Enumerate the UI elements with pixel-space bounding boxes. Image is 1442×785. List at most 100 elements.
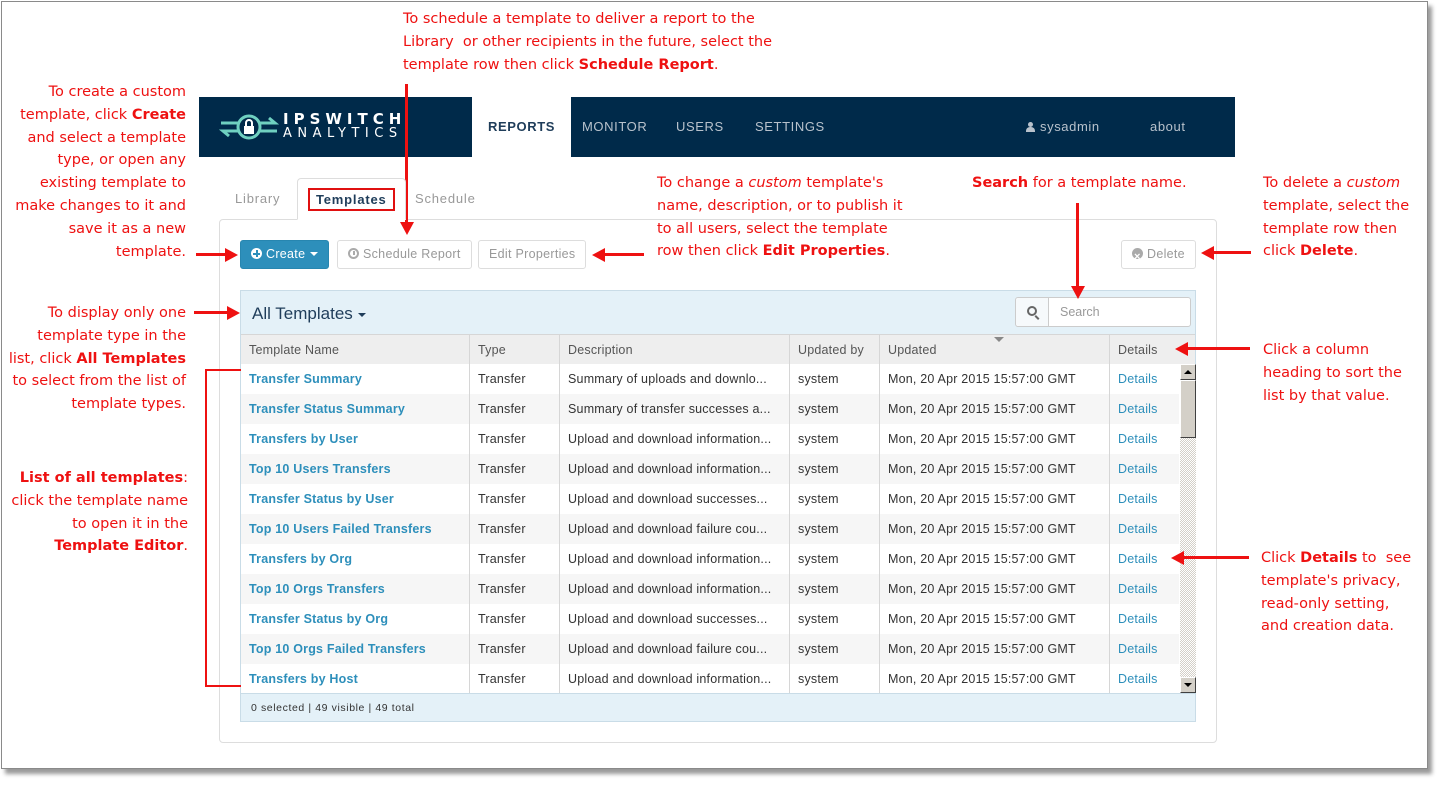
cell-updated-by: system [790, 454, 880, 484]
search-button[interactable] [1016, 298, 1049, 326]
details-link[interactable]: Details [1110, 454, 1179, 484]
details-link[interactable]: Details [1110, 634, 1179, 664]
ipswitch-analytics-logo[interactable]: IPSWITCH ANALYTICS [218, 109, 409, 145]
logo-lock-arrows-icon [218, 114, 280, 140]
scroll-down-button[interactable] [1180, 677, 1196, 693]
details-link[interactable]: Details [1110, 604, 1179, 634]
username: sysadmin [1040, 119, 1100, 134]
cell-description: Upload and download information... [560, 544, 790, 574]
tab-templates-label: Templates [308, 188, 395, 211]
cell-type: Transfer [470, 544, 560, 574]
column-header-updated[interactable]: Updated [880, 335, 1110, 365]
cell-updated-by: system [790, 394, 880, 424]
tab-templates[interactable]: Templates [297, 178, 406, 220]
tab-schedule[interactable]: Schedule [415, 178, 476, 220]
table-row[interactable]: Transfer Status by User Transfer Upload an… [241, 484, 1179, 514]
cell-updated: Mon, 20 Apr 2015 15:57:00 GMT [880, 394, 1110, 424]
scroll-up-button[interactable] [1180, 364, 1196, 380]
caret-down-icon [357, 313, 366, 317]
cell-template-name[interactable]: Transfer Status by User [241, 484, 470, 514]
table-row[interactable]: Transfers by Org Transfer Upload and downl… [241, 544, 1179, 574]
table-row[interactable]: Transfers by Host Transfer Upload and down… [241, 664, 1179, 694]
tab-library[interactable]: Library [235, 178, 280, 220]
plus-circle-icon [251, 248, 262, 259]
create-button[interactable]: Create [240, 240, 330, 269]
grid-toolbar: All Templates [241, 291, 1195, 334]
callout-filter: To display only one template type in the l… [8, 305, 186, 413]
cell-type: Transfer [470, 514, 560, 544]
cell-template-name[interactable]: Transfer Summary [241, 364, 470, 394]
nav-users[interactable]: USERS [676, 97, 724, 157]
table-row[interactable]: Top 10 Orgs Failed Transfers Transfer Uplo… [241, 634, 1179, 664]
search-box [1015, 297, 1191, 327]
table-scrollbar[interactable] [1180, 364, 1196, 693]
nav-user-menu[interactable]: sysadmin [1026, 97, 1100, 157]
cell-updated: Mon, 20 Apr 2015 15:57:00 GMT [880, 454, 1110, 484]
cell-template-name[interactable]: Transfer Status by Org [241, 604, 470, 634]
details-link[interactable]: Details [1110, 544, 1179, 574]
cell-type: Transfer [470, 664, 560, 694]
search-input[interactable] [1050, 298, 1188, 326]
cell-updated-by: system [790, 514, 880, 544]
cell-updated: Mon, 20 Apr 2015 15:57:00 GMT [880, 544, 1110, 574]
cell-updated-by: system [790, 634, 880, 664]
details-link[interactable]: Details [1110, 574, 1179, 604]
details-link[interactable]: Details [1110, 424, 1179, 454]
cell-template-name[interactable]: Transfers by Host [241, 664, 470, 694]
template-type-filter-dropdown[interactable]: All Templates [252, 304, 366, 324]
cell-template-name[interactable]: Top 10 Users Failed Transfers [241, 514, 470, 544]
details-link[interactable]: Details [1110, 664, 1179, 694]
column-header-template-name[interactable]: Template Name [241, 335, 470, 365]
details-link[interactable]: Details [1110, 514, 1179, 544]
cell-template-name[interactable]: Transfers by User [241, 424, 470, 454]
edit-properties-button[interactable]: Edit Properties [478, 240, 587, 269]
details-link[interactable]: Details [1110, 394, 1179, 424]
cell-updated-by: system [790, 364, 880, 394]
callout-schedule-report: To schedule a template to deliver a repo… [403, 11, 773, 73]
table-row[interactable]: Transfer Status Summary Transfer Summary o… [241, 394, 1179, 424]
cell-updated-by: system [790, 574, 880, 604]
cell-template-name[interactable]: Top 10 Users Transfers [241, 454, 470, 484]
cell-updated: Mon, 20 Apr 2015 15:57:00 GMT [880, 514, 1110, 544]
delete-button[interactable]: Delete [1121, 240, 1196, 271]
details-link[interactable]: Details [1110, 484, 1179, 514]
column-header-type[interactable]: Type [470, 335, 560, 365]
cell-description: Upload and download failure cou... [560, 514, 790, 544]
table-row[interactable]: Transfers by User Transfer Upload and down… [241, 424, 1179, 454]
cell-updated: Mon, 20 Apr 2015 15:57:00 GMT [880, 664, 1110, 694]
callout-details: Click Details to see template's privacy, r… [1261, 550, 1412, 635]
scroll-thumb[interactable] [1180, 380, 1196, 438]
table-row[interactable]: Top 10 Users Failed Transfers Transfer Upl… [241, 514, 1179, 544]
cell-type: Transfer [470, 604, 560, 634]
cell-template-name[interactable]: Top 10 Orgs Transfers [241, 574, 470, 604]
details-link[interactable]: Details [1110, 364, 1179, 394]
cell-template-name[interactable]: Transfers by Org [241, 544, 470, 574]
selection-status: 0 selected | 49 visible | 49 total [241, 693, 1195, 721]
cell-template-name[interactable]: Transfer Status Summary [241, 394, 470, 424]
cell-type: Transfer [470, 394, 560, 424]
table-row[interactable]: Transfer Summary Transfer Summary of uploa… [241, 364, 1179, 394]
table-row[interactable]: Top 10 Users Transfers Transfer Upload and… [241, 454, 1179, 484]
schedule-report-button[interactable]: Schedule Report [337, 240, 472, 269]
cell-updated-by: system [790, 604, 880, 634]
table-row[interactable]: Top 10 Orgs Transfers Transfer Upload and … [241, 574, 1179, 604]
cell-description: Upload and download successes... [560, 484, 790, 514]
nav-about[interactable]: about [1150, 97, 1186, 157]
nav-settings[interactable]: SETTINGS [755, 97, 825, 157]
column-header-description[interactable]: Description [560, 335, 790, 365]
schedule-report-label: Schedule Report [363, 247, 461, 261]
cell-type: Transfer [470, 484, 560, 514]
sort-descending-icon [994, 337, 1004, 342]
cell-template-name[interactable]: Top 10 Orgs Failed Transfers [241, 634, 470, 664]
cell-description: Summary of transfer successes a... [560, 394, 790, 424]
nav-reports[interactable]: REPORTS [472, 97, 572, 157]
nav-monitor[interactable]: MONITOR [582, 97, 647, 157]
templates-grid: All Templates Template Name Type Descrip… [240, 290, 1196, 722]
cell-description: Summary of uploads and downlo... [560, 364, 790, 394]
cell-description: Upload and download information... [560, 664, 790, 694]
remove-circle-icon [1132, 244, 1143, 271]
column-header-updated-by[interactable]: Updated by [790, 335, 880, 365]
cell-updated: Mon, 20 Apr 2015 15:57:00 GMT [880, 424, 1110, 454]
table-row[interactable]: Transfer Status by Org Transfer Upload and… [241, 604, 1179, 634]
cell-updated-by: system [790, 424, 880, 454]
